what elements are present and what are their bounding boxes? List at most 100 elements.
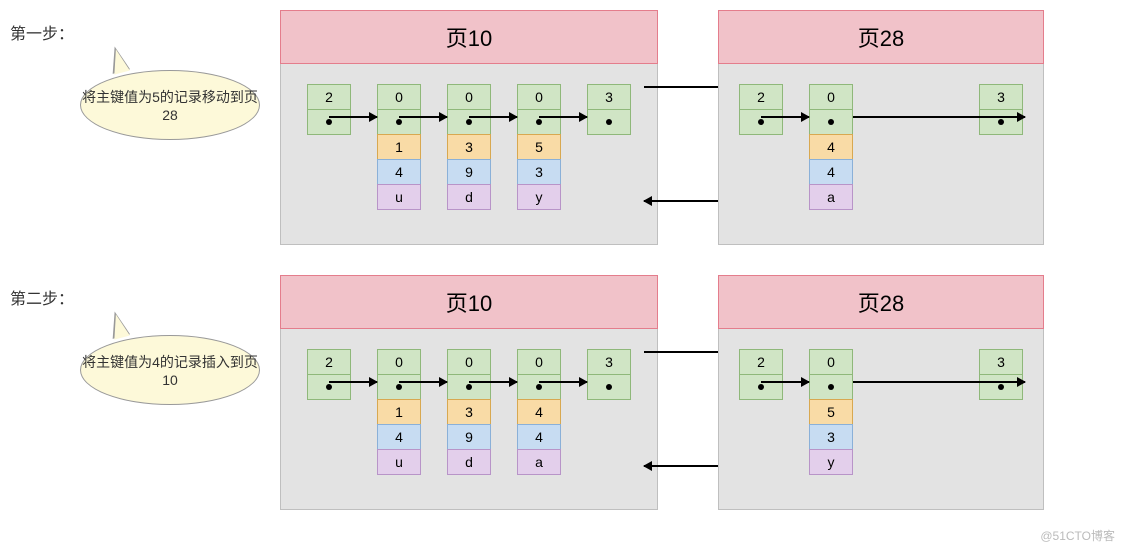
cell: 0 bbox=[447, 84, 491, 110]
arrow-icon bbox=[853, 116, 1025, 118]
cell: a bbox=[517, 449, 561, 475]
cell: 3 bbox=[587, 84, 631, 110]
dot-icon bbox=[326, 119, 332, 125]
dot-icon bbox=[828, 119, 834, 125]
page-body: 2 0 4 4 a 3 bbox=[719, 64, 1043, 244]
cell: 4 bbox=[809, 159, 853, 185]
arrow-icon bbox=[761, 116, 809, 118]
cell-pointer bbox=[377, 109, 421, 135]
page-title: 页28 bbox=[718, 10, 1044, 64]
cell: u bbox=[377, 449, 421, 475]
cell: d bbox=[447, 449, 491, 475]
cell-pointer bbox=[739, 374, 783, 400]
arrow-icon bbox=[469, 381, 517, 383]
arrow-icon bbox=[539, 381, 587, 383]
cell: 3 bbox=[447, 134, 491, 160]
cell-pointer bbox=[809, 109, 853, 135]
arrow-icon bbox=[853, 381, 1025, 383]
arrow-icon bbox=[399, 381, 447, 383]
dot-icon bbox=[998, 384, 1004, 390]
page-10: 页10 2 0 1 4 u 0 3 bbox=[280, 275, 658, 510]
dot-icon bbox=[396, 119, 402, 125]
cell: 0 bbox=[809, 84, 853, 110]
cell-pointer bbox=[377, 374, 421, 400]
cell-pointer bbox=[517, 374, 561, 400]
col-data: 0 3 9 d bbox=[447, 84, 491, 210]
page-title: 页10 bbox=[280, 10, 658, 64]
dot-icon bbox=[606, 119, 612, 125]
dot-icon bbox=[828, 384, 834, 390]
speech-text: 将主键值为5的记录移动到页28 bbox=[81, 87, 259, 123]
cell: a bbox=[809, 184, 853, 210]
col-data: 0 1 4 u bbox=[377, 84, 421, 210]
col-tail: 3 bbox=[587, 84, 631, 135]
cell: 4 bbox=[517, 399, 561, 425]
cell: 0 bbox=[377, 349, 421, 375]
cell: 4 bbox=[377, 424, 421, 450]
page-10: 页10 2 0 1 4 u 0 bbox=[280, 10, 658, 245]
step-label: 第二步： bbox=[10, 275, 110, 309]
dot-icon bbox=[536, 119, 542, 125]
cell: 1 bbox=[377, 399, 421, 425]
pages-container: 页10 2 0 1 4 u 0 3 bbox=[280, 275, 1044, 510]
col-data: 0 4 4 a bbox=[809, 84, 853, 210]
cell: 3 bbox=[517, 159, 561, 185]
arrow-icon bbox=[329, 381, 377, 383]
pages-container: 页10 2 0 1 4 u 0 bbox=[280, 10, 1044, 245]
cell-pointer bbox=[809, 374, 853, 400]
cell: 3 bbox=[979, 84, 1023, 110]
col-head: 2 bbox=[307, 349, 351, 400]
cell: 0 bbox=[517, 84, 561, 110]
cell-pointer bbox=[307, 109, 351, 135]
cell: 5 bbox=[517, 134, 561, 160]
speech-bubble: 将主键值为5的记录移动到页28 bbox=[80, 70, 260, 140]
dot-icon bbox=[758, 384, 764, 390]
cell-pointer bbox=[447, 374, 491, 400]
cell-pointer bbox=[587, 109, 631, 135]
cell-pointer bbox=[739, 109, 783, 135]
col-data: 0 1 4 u bbox=[377, 349, 421, 475]
col-data: 0 5 3 y bbox=[809, 349, 853, 475]
dot-icon bbox=[998, 119, 1004, 125]
cell: 1 bbox=[377, 134, 421, 160]
cell: 4 bbox=[377, 159, 421, 185]
cell: 2 bbox=[739, 84, 783, 110]
dot-icon bbox=[466, 384, 472, 390]
col-tail: 3 bbox=[587, 349, 631, 400]
dot-icon bbox=[536, 384, 542, 390]
col-data: 0 5 3 y bbox=[517, 84, 561, 210]
cell: 0 bbox=[517, 349, 561, 375]
page-title: 页28 bbox=[718, 275, 1044, 329]
cell: 0 bbox=[377, 84, 421, 110]
col-head: 2 bbox=[739, 349, 783, 400]
page-body: 2 0 5 3 y 3 bbox=[719, 329, 1043, 509]
cell-pointer bbox=[587, 374, 631, 400]
cell: 2 bbox=[307, 84, 351, 110]
cell-pointer bbox=[307, 374, 351, 400]
cell: 2 bbox=[739, 349, 783, 375]
col-tail: 3 bbox=[979, 84, 1023, 135]
dot-icon bbox=[466, 119, 472, 125]
col-head: 2 bbox=[739, 84, 783, 135]
arrow-icon bbox=[329, 116, 377, 118]
cell: 0 bbox=[809, 349, 853, 375]
cell: 2 bbox=[307, 349, 351, 375]
cell: d bbox=[447, 184, 491, 210]
cell: y bbox=[517, 184, 561, 210]
step-2: 第二步： 将主键值为4的记录插入到页10 页10 2 0 1 4 u bbox=[10, 275, 1117, 510]
cell-pointer bbox=[447, 109, 491, 135]
speech-text: 将主键值为4的记录插入到页10 bbox=[81, 352, 259, 388]
cell: 3 bbox=[447, 399, 491, 425]
dot-icon bbox=[396, 384, 402, 390]
cell: 0 bbox=[447, 349, 491, 375]
col-data: 0 3 9 d bbox=[447, 349, 491, 475]
page-28: 页28 2 0 5 3 y 3 bbox=[718, 275, 1044, 510]
page-28: 页28 2 0 4 4 a 3 bbox=[718, 10, 1044, 245]
arrow-icon bbox=[469, 116, 517, 118]
dot-icon bbox=[326, 384, 332, 390]
arrow-icon bbox=[539, 116, 587, 118]
cell: 3 bbox=[979, 349, 1023, 375]
page-title: 页10 bbox=[280, 275, 658, 329]
cell: 5 bbox=[809, 399, 853, 425]
cell: 9 bbox=[447, 424, 491, 450]
